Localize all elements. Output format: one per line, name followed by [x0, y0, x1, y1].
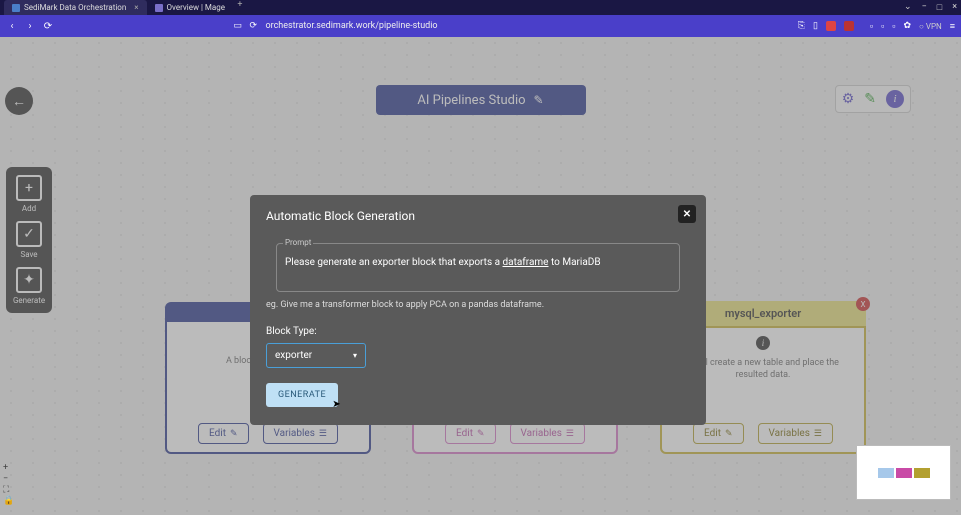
window-controls: ⌄ − □ ×: [904, 2, 957, 13]
prompt-example: eg. Give me a transformer block to apply…: [266, 300, 690, 310]
shield-icon[interactable]: [826, 21, 836, 31]
new-tab-button[interactable]: +: [233, 0, 247, 15]
block-type-select[interactable]: exporter ▾: [266, 343, 366, 368]
minimap-block: [896, 468, 912, 478]
url-field[interactable]: ▭ ⟳ orchestrator.sedimark.work/pipeline-…: [233, 21, 791, 31]
extension-icon[interactable]: ▫: [881, 21, 884, 32]
block-type-label: Block Type:: [266, 326, 690, 337]
menu-icon[interactable]: ≡: [950, 21, 955, 32]
generation-modal: ✕ Automatic Block Generation Prompt Plea…: [250, 195, 706, 425]
url-text: orchestrator.sedimark.work/pipeline-stud…: [265, 21, 437, 31]
translate-icon[interactable]: ⎘: [798, 21, 805, 31]
extension-icon[interactable]: ✿: [904, 21, 912, 31]
zoom-out-button[interactable]: −: [3, 474, 14, 485]
maximize-icon[interactable]: □: [937, 2, 942, 13]
nav-back-icon[interactable]: ‹: [6, 21, 18, 32]
reader-icon[interactable]: ▯: [813, 21, 818, 31]
reload-icon: ⟳: [249, 21, 259, 31]
minimap-block: [914, 468, 930, 478]
tab-favicon: [12, 4, 20, 12]
prompt-input[interactable]: Prompt Please generate an exporter block…: [276, 243, 680, 292]
zoom-in-button[interactable]: +: [3, 463, 14, 474]
tab-close-icon[interactable]: ×: [134, 3, 138, 12]
tab-label: SediMark Data Orchestration: [24, 3, 126, 12]
minimize-icon[interactable]: ⌄: [904, 2, 912, 13]
addr-right-icons: ⎘ ▯ ▫ ▫ ▫ ✿ ○ VPN ≡: [798, 21, 955, 32]
canvas-area[interactable]: ← AI Pipelines Studio ✎ ⚙ ✎ i + Add ✓ Sa…: [0, 37, 961, 515]
vpn-indicator[interactable]: ○ VPN: [919, 22, 942, 31]
lock-view-button[interactable]: 🔒: [3, 496, 14, 507]
tab-label: Overview | Mage: [167, 3, 225, 12]
modal-title: Automatic Block Generation: [266, 209, 690, 223]
modal-close-button[interactable]: ✕: [678, 205, 696, 223]
select-value: exporter: [275, 350, 312, 361]
page-icon: ▭: [233, 21, 243, 31]
close-window-icon[interactable]: ×: [952, 2, 957, 13]
tab-favicon: [155, 4, 163, 12]
prompt-field-label: Prompt: [283, 238, 313, 247]
generate-button[interactable]: GENERATE ➤: [266, 383, 338, 407]
minimap[interactable]: [856, 445, 951, 500]
extension-icon[interactable]: ▫: [870, 21, 873, 32]
minimap-block: [878, 468, 894, 478]
extension-icon[interactable]: ▫: [892, 21, 895, 32]
chevron-down-icon: ▾: [353, 351, 357, 360]
nav-forward-icon[interactable]: ›: [24, 21, 36, 32]
warning-icon[interactable]: [844, 21, 854, 31]
fit-view-button[interactable]: ⛶: [3, 485, 14, 496]
browser-tab[interactable]: Overview | Mage: [147, 0, 233, 15]
prompt-text: Please generate an exporter block that e…: [285, 257, 601, 268]
address-bar: ‹ › ⟳ ▭ ⟳ orchestrator.sedimark.work/pip…: [0, 15, 961, 37]
zoom-controls: + − ⛶ 🔒: [3, 463, 14, 507]
browser-tab-active[interactable]: SediMark Data Orchestration ×: [4, 0, 147, 15]
restore-icon[interactable]: −: [922, 2, 927, 13]
tab-strip: SediMark Data Orchestration × Overview |…: [4, 0, 904, 15]
nav-reload-icon[interactable]: ⟳: [42, 21, 54, 32]
cursor-icon: ➤: [332, 399, 341, 410]
browser-titlebar: SediMark Data Orchestration × Overview |…: [0, 0, 961, 15]
